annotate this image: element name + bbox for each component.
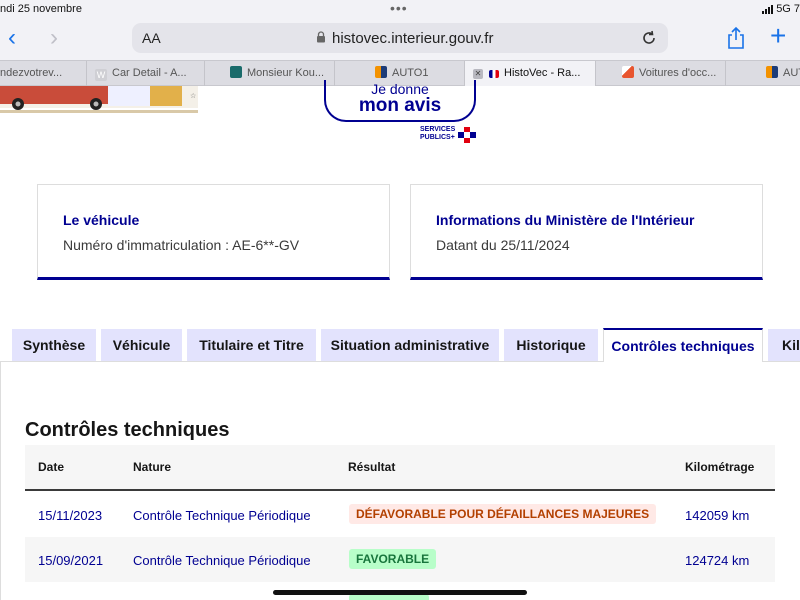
lock-icon [317,31,325,43]
auto1-favicon-icon [766,66,778,78]
inspection-date: 15/09/2021 [38,553,104,568]
browser-tab-7[interactable]: AUT [726,61,800,86]
tab-synthese[interactable]: Synthèse [12,329,96,361]
registration-number: Numéro d'immatriculation : AE-6**-GV [63,237,300,253]
status-date: ndi 25 novembre [0,3,82,15]
column-header-resultat: Résultat [348,460,396,474]
table-row: 15/09/2021 Contrôle Technique Périodique… [25,537,775,582]
status-bar: ndi 25 novembre ••• 5G 7 [0,0,800,18]
tab-vehicule[interactable]: Véhicule [101,329,182,361]
section-title: Contrôles techniques [25,419,230,441]
table-row: 15/11/2023 Contrôle Technique Périodique… [25,492,775,537]
column-header-date: Date [38,460,65,474]
site-favicon-icon [230,66,242,78]
inspection-mileage: 124724 km [685,553,750,568]
inspection-date: 15/11/2023 [38,508,103,523]
w-favicon-icon: W [95,69,107,81]
inspection-nature: Contrôle Technique Périodique [133,508,311,523]
reader-aa-button[interactable]: AA [142,30,161,46]
url-text: histovec.interieur.gouv.fr [332,30,494,47]
ministry-card-title: Informations du Ministère de l'Intérieur [436,212,695,228]
browser-tab-6[interactable]: Voitures d'occ... [596,61,726,86]
network-label: 5G [776,3,791,15]
forward-chevron-icon[interactable]: › [50,24,58,52]
signal-icon [762,4,774,14]
vehicle-card-title: Le véhicule [63,212,140,228]
new-tab-plus-icon[interactable]: + [770,20,786,52]
back-chevron-icon[interactable]: ‹ [8,24,16,52]
vehicle-card: Le véhicule Numéro d'immatriculation : A… [37,184,390,280]
tab-kilometrage[interactable]: Kilo [768,329,800,361]
give-feedback-button[interactable]: Je donne mon avis [324,80,476,122]
close-tab-icon[interactable]: ✕ [473,69,483,79]
column-header-nature: Nature [133,460,172,474]
column-header-kilometrage: Kilométrage [685,460,755,474]
data-date: Datant du 25/11/2024 [436,237,570,253]
services-publics-logo: SERVICES PUBLICS+ [420,126,456,141]
tab-titulaire-titre[interactable]: Titulaire et Titre [187,329,316,361]
france-flag-favicon-icon [489,70,499,78]
home-indicator[interactable] [273,590,527,595]
reload-icon[interactable] [640,29,658,47]
banner-illustration: ☆ [0,86,198,113]
tab-historique[interactable]: Historique [504,329,598,361]
tab-controles-techniques[interactable]: Contrôles techniques [603,328,763,362]
address-bar[interactable]: AA histovec.interieur.gouv.fr [132,23,668,53]
auto1-favicon-icon [375,66,387,78]
multitasking-dots-icon[interactable]: ••• [390,0,408,16]
tab-situation-administrative[interactable]: Situation administrative [321,329,499,361]
inspection-mileage: 142059 km [685,508,750,523]
ministry-card: Informations du Ministère de l'Intérieur… [410,184,763,280]
site-favicon-icon [622,66,634,78]
browser-tab-2[interactable]: W Car Detail - A... [87,61,205,86]
inspection-nature: Contrôle Technique Périodique [133,553,311,568]
svg-text:☆: ☆ [190,92,196,100]
table-header: Date Nature Résultat Kilométrage [25,445,775,491]
result-badge-favorable: FAVORABLE [349,549,437,569]
browser-toolbar: ‹ › AA histovec.interieur.gouv.fr + [0,18,800,60]
services-publics-cross-icon [458,127,476,143]
panel-border [0,361,1,600]
browser-tab-3[interactable]: Monsieur Kou... [205,61,335,86]
result-badge-unfavorable: DÉFAVORABLE POUR DÉFAILLANCES MAJEURES [349,504,657,524]
share-icon[interactable] [726,26,746,50]
browser-tab-histovec[interactable]: ✕ HistoVec - Ra... [465,61,596,86]
browser-tab-1[interactable]: ndezvotrev... [0,61,87,86]
battery-label: 7 [793,3,800,15]
page-content: ☆ Je donne mon avis SERVICES PUBLICS+ Le… [0,80,800,600]
